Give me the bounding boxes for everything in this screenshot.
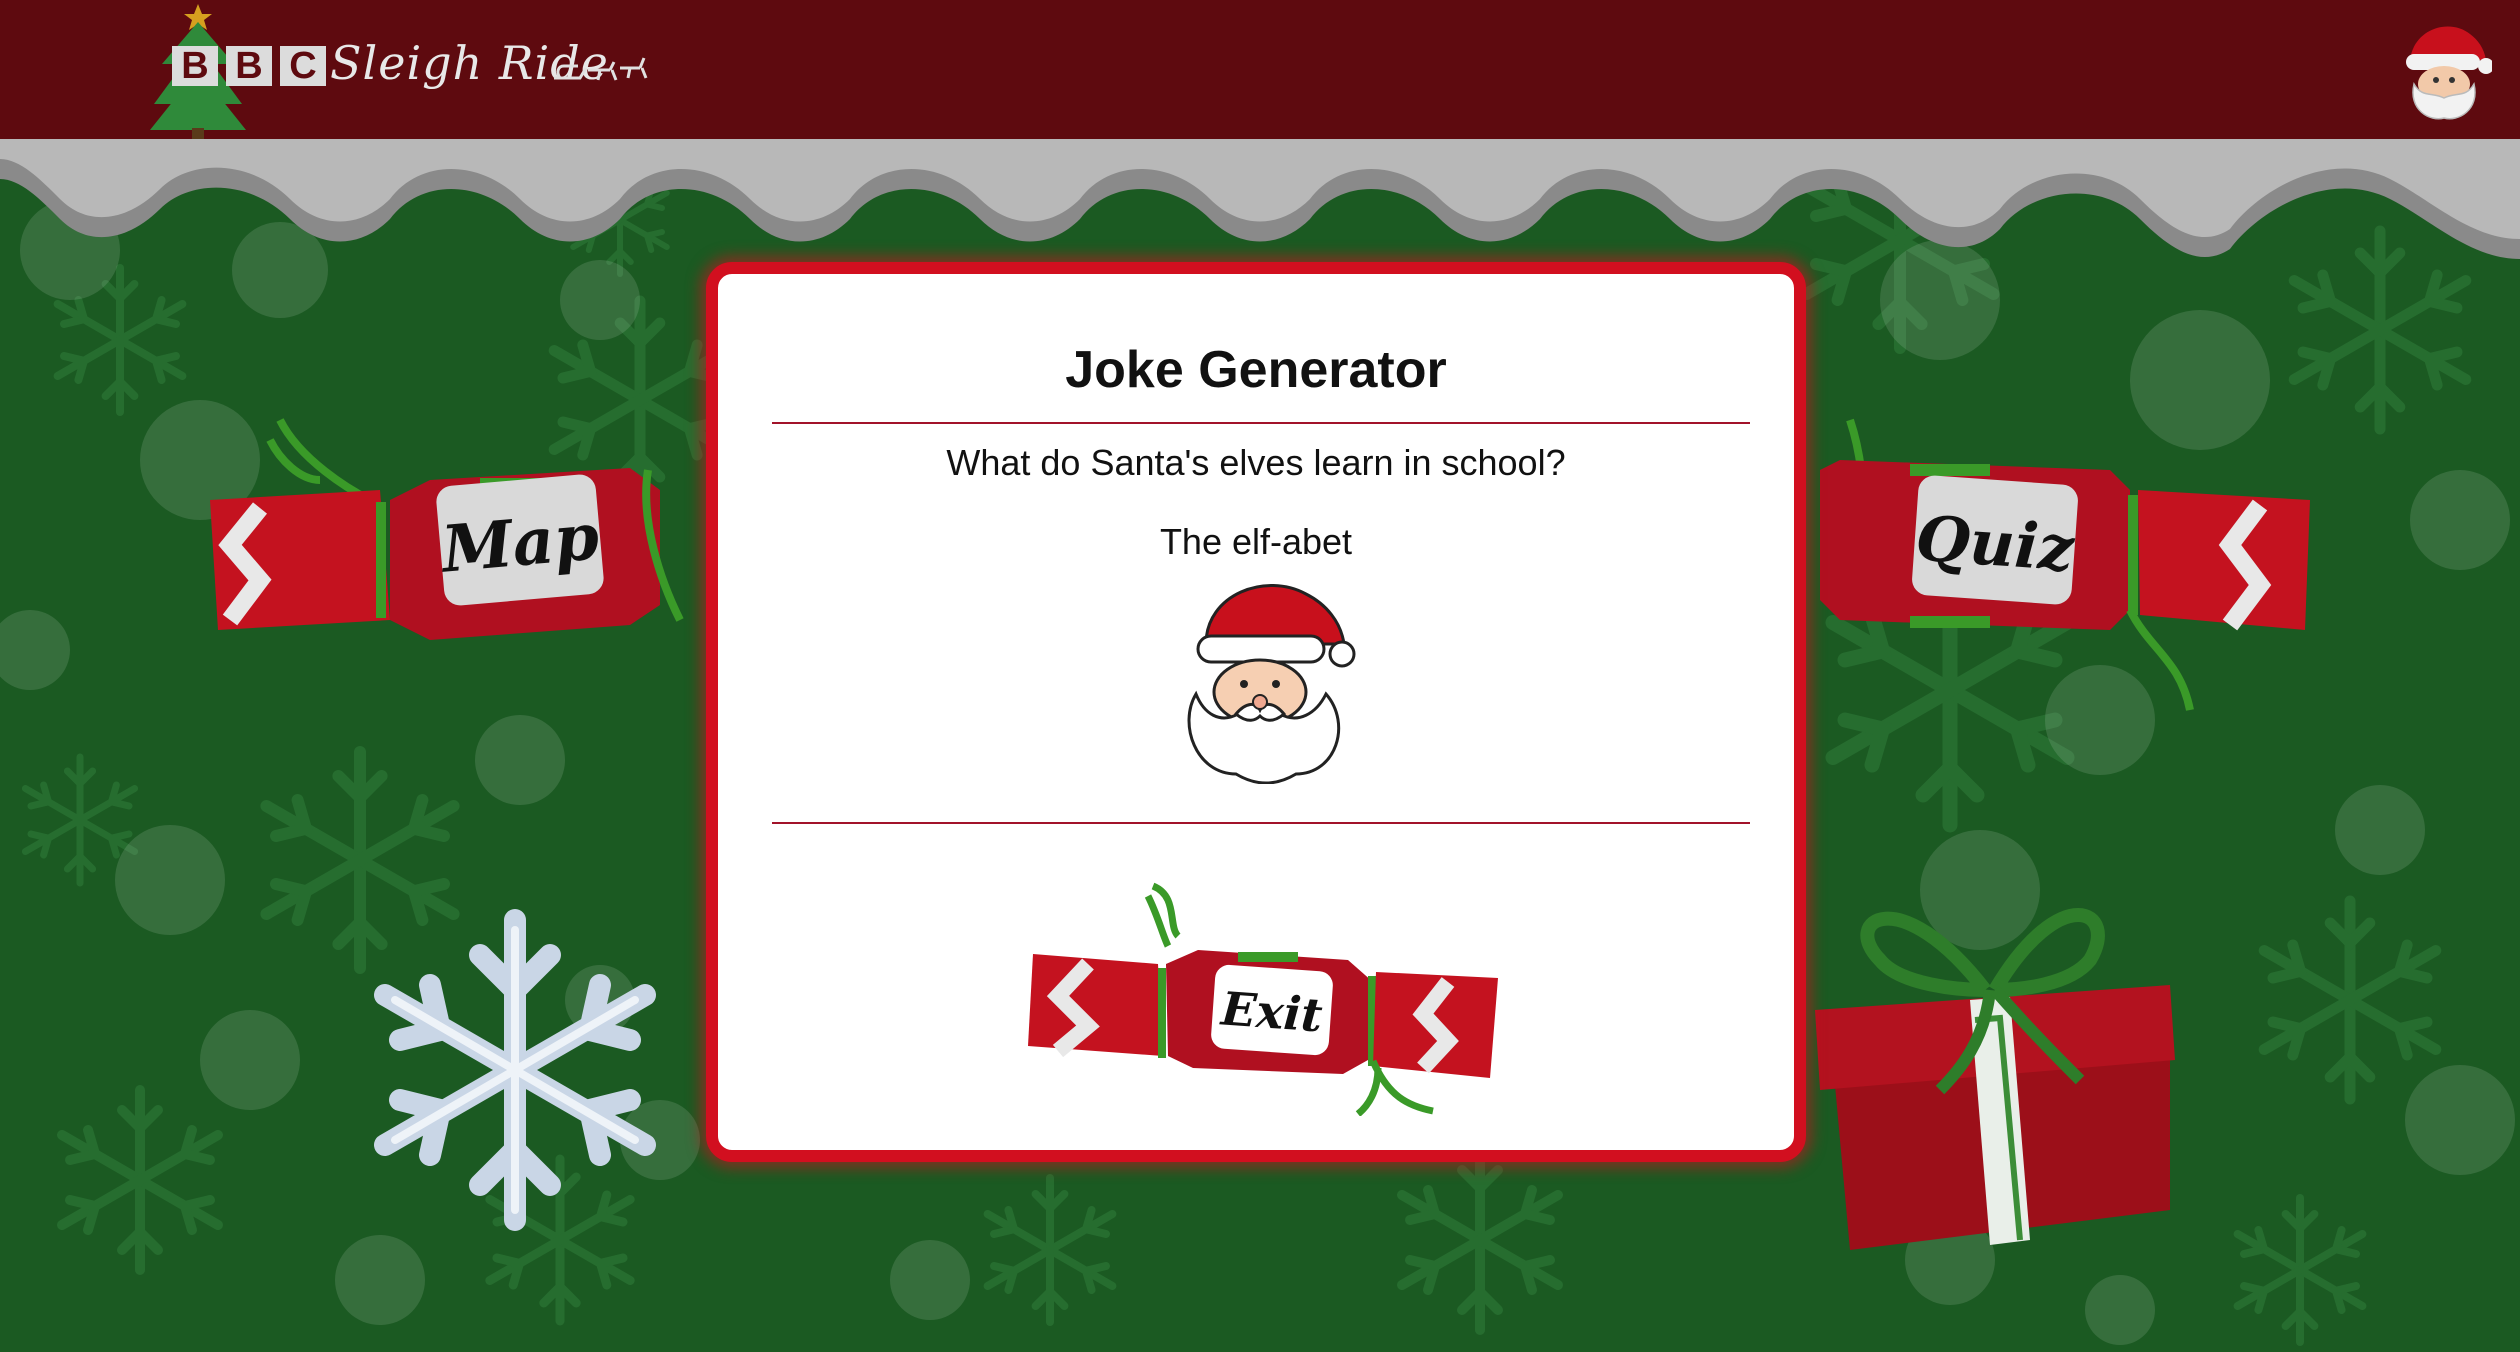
sleigh-reindeer-icon [554, 57, 648, 81]
joke-question: What do Santa's elves learn in school? [946, 442, 1566, 483]
bbc-sleigh-ride-logo[interactable]: B B C Sleigh Ride [150, 0, 650, 139]
bottom-divider [772, 822, 1750, 824]
modal-title: Joke Generator [1065, 341, 1447, 399]
santa-avatar-icon[interactable] [2400, 14, 2492, 122]
cracker-icon: Map [210, 418, 684, 640]
logo-letter-b2: B [226, 46, 272, 86]
bbc-letter-boxes: B B C [172, 46, 326, 86]
logo-letter-b1: B [172, 46, 218, 86]
joke-generator-modal: Joke Generator What do Santa's elves lea… [706, 262, 1806, 1162]
quiz-label: Quiz [1913, 502, 2077, 586]
santa-face-icon [1187, 584, 1356, 784]
map-label: Map [437, 499, 602, 588]
quiz-cracker-button[interactable]: Quiz [1800, 380, 2320, 720]
top-header-bar: B B C Sleigh Ride [0, 0, 2520, 139]
exit-cracker-button[interactable]: Exit [1028, 856, 1498, 1117]
cracker-icon: Exit [1028, 882, 1498, 1117]
exit-label: Exit [1217, 981, 1324, 1042]
joke-answer: The elf-abet [1159, 521, 1353, 562]
map-cracker-button[interactable]: Map [190, 380, 710, 680]
logo-letter-c: C [280, 46, 326, 86]
cracker-icon: Quiz [1820, 418, 2310, 711]
top-divider [772, 422, 1750, 424]
snow-scallop-edge [0, 139, 2520, 259]
